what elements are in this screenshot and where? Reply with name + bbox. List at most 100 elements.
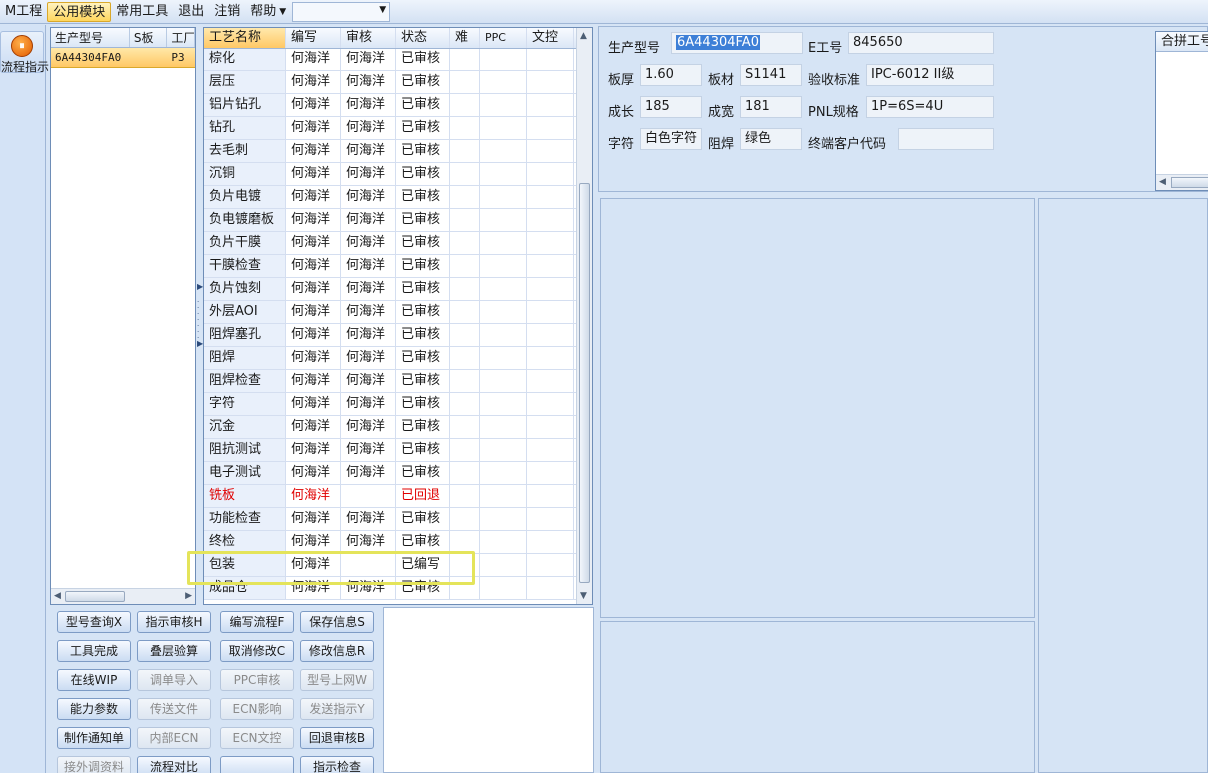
action-button[interactable]: 能力参数 <box>57 698 131 720</box>
scroll-thumb[interactable] <box>65 591 125 602</box>
scroll-left-icon[interactable]: ◀ <box>54 591 61 601</box>
solder-mask-field[interactable]: 绿色 <box>740 128 802 150</box>
process-row[interactable]: 去毛刺 何海洋 何海洋 已审核 <box>204 140 576 163</box>
combine-hscrollbar[interactable]: ◀ <box>1156 174 1208 190</box>
width-field[interactable]: 181 <box>740 96 802 118</box>
action-button[interactable]: 指示审核H <box>137 611 211 633</box>
status-cell: 已审核 <box>396 140 450 162</box>
action-button[interactable]: 取消修改C <box>220 640 294 662</box>
customer-code-field[interactable] <box>898 128 994 150</box>
process-row[interactable]: 负片电镀 何海洋 何海洋 已审核 <box>204 186 576 209</box>
length-field[interactable]: 185 <box>640 96 702 118</box>
col-doc-control[interactable]: 文控 <box>527 28 574 48</box>
process-row[interactable]: 干膜检查 何海洋 何海洋 已审核 <box>204 255 576 278</box>
scroll-down-icon[interactable]: ▼ <box>580 591 587 601</box>
col-writer[interactable]: 编写 <box>286 28 341 48</box>
col-s-board[interactable]: S板 <box>130 28 168 47</box>
notes-area <box>383 607 594 773</box>
status-cell: 已审核 <box>396 439 450 461</box>
process-row[interactable]: 负片蚀刻 何海洋 何海洋 已审核 <box>204 278 576 301</box>
action-button[interactable]: 内部ECN <box>137 727 211 749</box>
difficulty-cell <box>450 71 480 93</box>
process-row[interactable]: 负片干膜 何海洋 何海洋 已审核 <box>204 232 576 255</box>
scroll-thumb[interactable] <box>579 183 590 583</box>
col-ppc[interactable]: PPC <box>480 28 527 48</box>
process-row[interactable]: 阻焊 何海洋 何海洋 已审核 <box>204 347 576 370</box>
process-row[interactable]: 电子测试 何海洋 何海洋 已审核 <box>204 462 576 485</box>
menu-help[interactable]: 帮助 <box>245 2 281 22</box>
col-reviewer[interactable]: 审核 <box>341 28 396 48</box>
help-chevron-down-icon[interactable]: ▼ <box>279 7 286 17</box>
col-factory[interactable]: 工厂 <box>167 28 195 47</box>
action-button[interactable]: 型号查询X <box>57 611 131 633</box>
action-button[interactable]: 指示检查 <box>300 756 374 773</box>
col-difficulty[interactable]: 难 <box>450 28 480 48</box>
action-button[interactable]: 工具完成 <box>57 640 131 662</box>
action-button[interactable]: 发送指示Y <box>300 698 374 720</box>
process-row[interactable]: 阻焊塞孔 何海洋 何海洋 已审核 <box>204 324 576 347</box>
action-button[interactable]: 编写流程F <box>220 611 294 633</box>
material-field[interactable]: S1141 <box>740 64 802 86</box>
col-status[interactable]: 状态 <box>396 28 450 48</box>
menu-common-module[interactable]: 公用模块 <box>47 1 112 22</box>
process-row[interactable]: 铣板 何海洋 已回退 <box>204 485 576 508</box>
action-button[interactable]: 制作通知单 <box>57 727 131 749</box>
difficulty-cell <box>450 94 480 116</box>
process-row[interactable]: 功能检查 何海洋 何海洋 已审核 <box>204 508 576 531</box>
action-button[interactable]: 回退审核B <box>300 727 374 749</box>
combo-chevron-down-icon[interactable]: ▼ <box>379 5 386 15</box>
model-list-hscrollbar[interactable]: ◀ ▶ <box>51 588 195 604</box>
e-number-field[interactable]: 845650 <box>848 32 994 54</box>
menu-project[interactable]: M工程 <box>0 2 47 22</box>
action-button[interactable]: 传送文件 <box>137 698 211 720</box>
splitter-arrow-icon[interactable]: ▶ <box>197 282 203 291</box>
col-process-name[interactable]: 工艺名称 <box>204 28 286 48</box>
pnl-field[interactable]: 1P=6S=4U <box>866 96 994 118</box>
model-field[interactable]: 6A44304FA0 <box>671 32 803 54</box>
character-field[interactable]: 白色字符 <box>640 128 702 150</box>
scroll-right-icon[interactable]: ▶ <box>185 591 192 601</box>
splitter-arrow-icon[interactable]: ▶ <box>197 339 203 348</box>
thickness-field[interactable]: 1.60 <box>640 64 702 86</box>
action-button[interactable]: 型号上网W <box>300 669 374 691</box>
process-row[interactable]: 外层AOI 何海洋 何海洋 已审核 <box>204 301 576 324</box>
length-label: 成长 <box>608 105 635 120</box>
action-button[interactable]: ECN影响 <box>220 698 294 720</box>
combine-number-header[interactable]: 合拼工号 <box>1156 32 1208 52</box>
model-list-row[interactable]: 6A44304FA0 P3 <box>51 48 195 68</box>
process-guide-button[interactable]: ⏸ 流程指示 <box>0 31 49 74</box>
pnl-label: PNL规格 <box>808 105 859 120</box>
menu-common-tools[interactable]: 常用工具 <box>111 2 173 22</box>
panel-splitter[interactable]: ▶ · · · · · · · · ▶ <box>196 27 203 605</box>
process-row[interactable]: 阻抗测试 何海洋 何海洋 已审核 <box>204 439 576 462</box>
process-row[interactable]: 铝片钻孔 何海洋 何海洋 已审核 <box>204 94 576 117</box>
action-button[interactable]: 流程对比 <box>137 756 211 773</box>
scroll-up-icon[interactable]: ▲ <box>580 31 587 41</box>
process-grid-vscrollbar[interactable]: ▲ ▼ <box>576 28 592 604</box>
process-row[interactable]: 沉金 何海洋 何海洋 已审核 <box>204 416 576 439</box>
action-button[interactable]: 调单导入 <box>137 669 211 691</box>
action-button[interactable]: 接外调资料 <box>57 756 131 773</box>
process-row[interactable]: 层压 何海洋 何海洋 已审核 <box>204 71 576 94</box>
process-row[interactable]: 阻焊检查 何海洋 何海洋 已审核 <box>204 370 576 393</box>
col-production-model[interactable]: 生产型号 <box>51 28 130 47</box>
action-button[interactable]: 保存信息S <box>300 611 374 633</box>
scroll-thumb[interactable] <box>1171 177 1208 188</box>
process-row[interactable]: 负电镀磨板 何海洋 何海洋 已审核 <box>204 209 576 232</box>
action-button[interactable]: 叠层验算 <box>137 640 211 662</box>
menu-combo-box[interactable]: ▼ <box>292 1 391 22</box>
status-cell: 已审核 <box>396 117 450 139</box>
process-row[interactable]: 钻孔 何海洋 何海洋 已审核 <box>204 117 576 140</box>
process-row[interactable]: 字符 何海洋 何海洋 已审核 <box>204 393 576 416</box>
menu-logout[interactable]: 注销 <box>209 2 245 22</box>
action-button[interactable]: ECN文控 <box>220 727 294 749</box>
process-row[interactable]: 棕化 何海洋 何海洋 已审核 <box>204 49 576 71</box>
scroll-left-icon[interactable]: ◀ <box>1159 177 1166 187</box>
standard-field[interactable]: IPC-6012 II级 <box>866 64 994 86</box>
menu-exit[interactable]: 退出 <box>173 2 209 22</box>
process-row[interactable]: 沉铜 何海洋 何海洋 已审核 <box>204 163 576 186</box>
action-button[interactable] <box>220 756 294 773</box>
action-button[interactable]: 修改信息R <box>300 640 374 662</box>
action-button[interactable]: PPC审核 <box>220 669 294 691</box>
action-button[interactable]: 在线WIP <box>57 669 131 691</box>
